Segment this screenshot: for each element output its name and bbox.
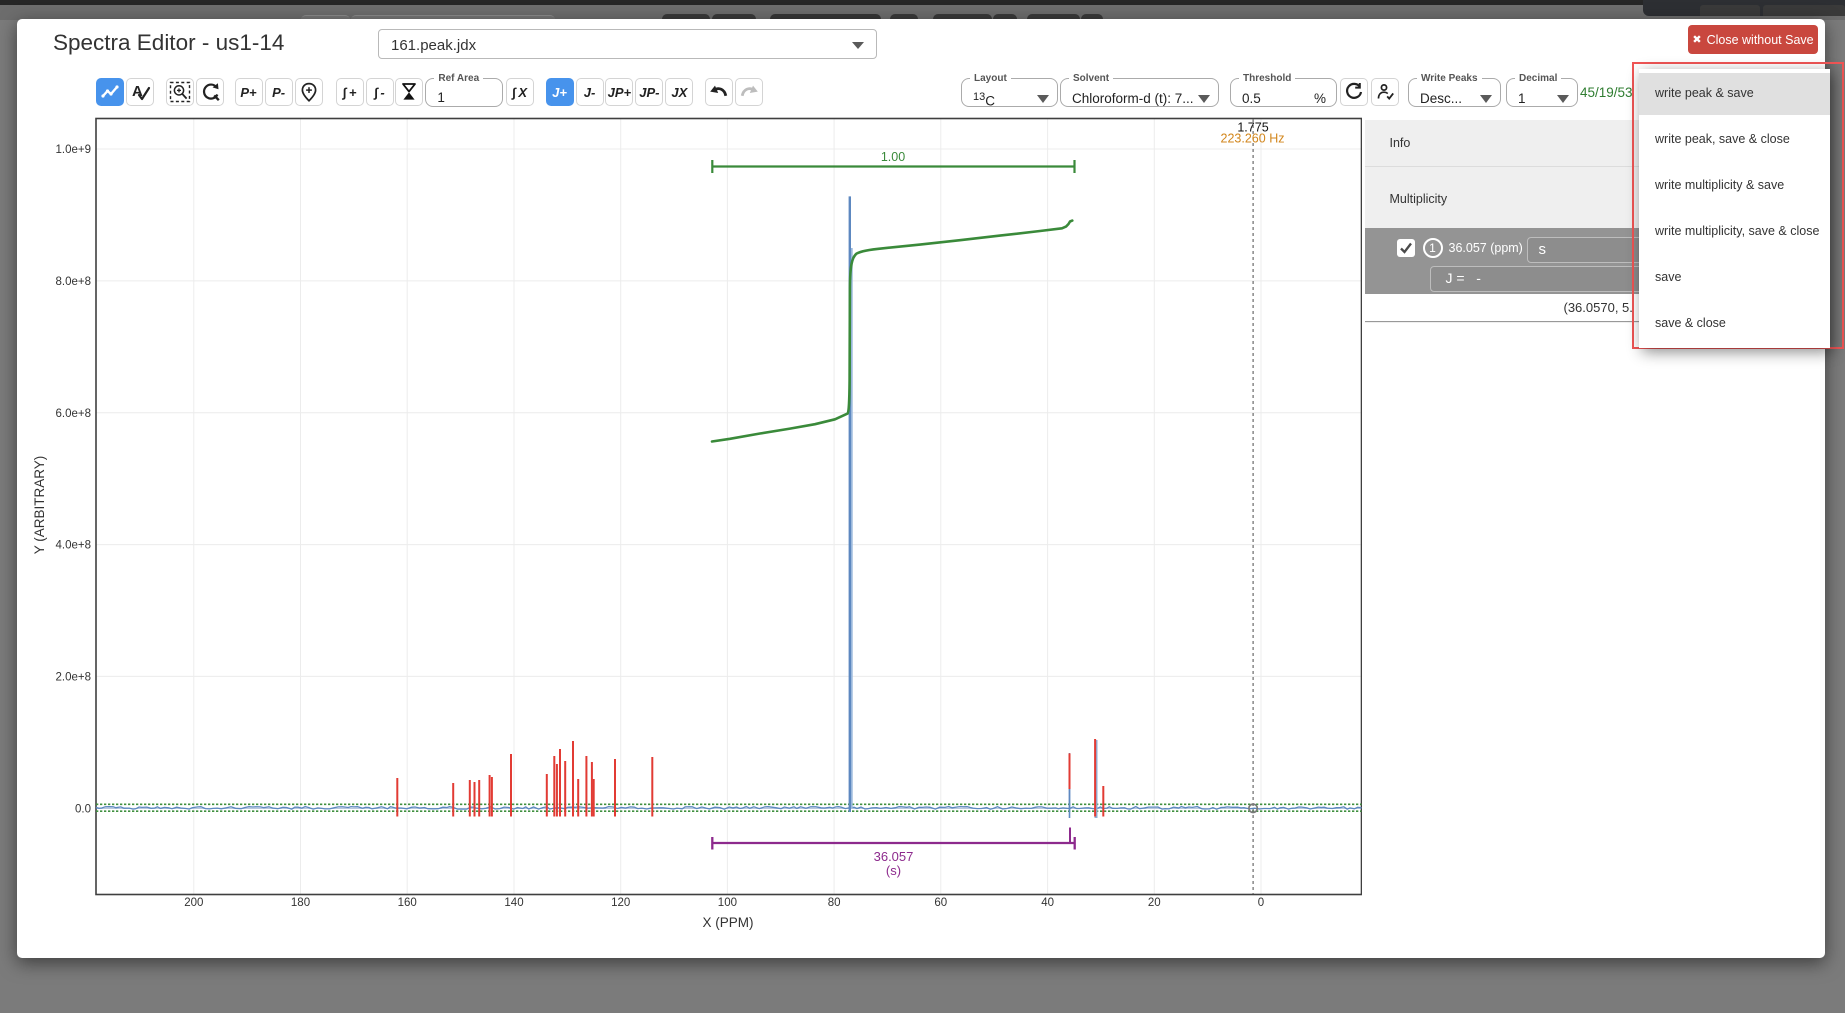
- svg-text:20: 20: [1148, 897, 1161, 909]
- svg-text:100: 100: [718, 897, 737, 909]
- svg-text:X (PPM): X (PPM): [702, 915, 753, 930]
- svg-text:Y (ARBITRARY): Y (ARBITRARY): [32, 456, 47, 555]
- svg-text:60: 60: [934, 897, 947, 909]
- svg-text:223.260 Hz: 223.260 Hz: [1221, 132, 1285, 146]
- svg-text:(s): (s): [886, 863, 901, 878]
- svg-text:120: 120: [611, 897, 630, 909]
- svg-text:80: 80: [828, 897, 841, 909]
- svg-text:2.0e+8: 2.0e+8: [56, 671, 92, 683]
- svg-text:40: 40: [1041, 897, 1054, 909]
- svg-text:200: 200: [184, 897, 203, 909]
- svg-text:1.0e+9: 1.0e+9: [56, 144, 92, 156]
- svg-text:0.0: 0.0: [75, 803, 91, 815]
- svg-text:180: 180: [291, 897, 310, 909]
- svg-text:36.057: 36.057: [874, 849, 914, 864]
- svg-text:160: 160: [398, 897, 417, 909]
- svg-text:1.00: 1.00: [881, 150, 905, 164]
- svg-text:8.0e+8: 8.0e+8: [56, 276, 92, 288]
- svg-text:6.0e+8: 6.0e+8: [56, 408, 92, 420]
- svg-text:0: 0: [1258, 897, 1264, 909]
- svg-text:140: 140: [504, 897, 523, 909]
- svg-text:4.0e+8: 4.0e+8: [56, 540, 92, 552]
